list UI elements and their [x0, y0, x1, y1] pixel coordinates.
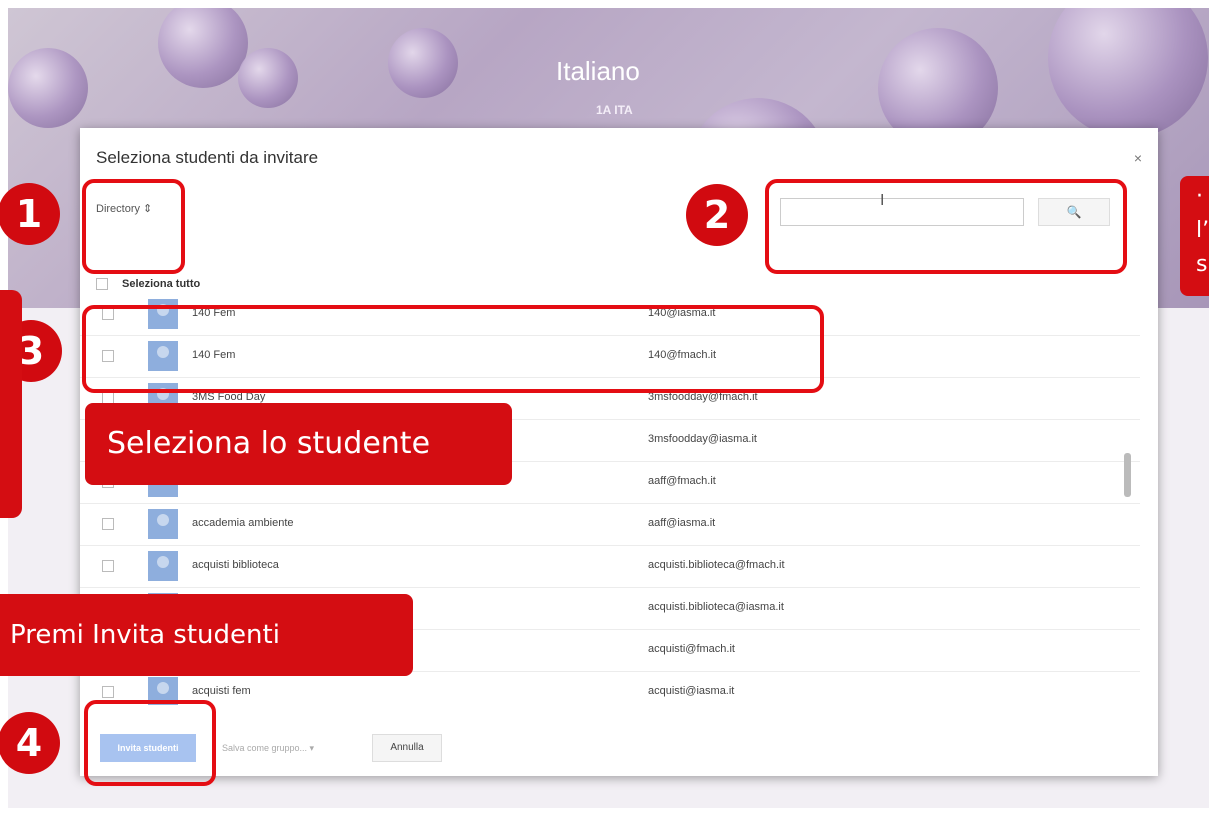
dialog-title: Seleziona studenti da invitare — [96, 148, 319, 167]
student-name: acquisti biblioteca — [192, 559, 279, 571]
avatar — [148, 551, 178, 581]
highlight-directory — [82, 179, 185, 274]
cancel-button[interactable]: Annulla — [372, 734, 442, 762]
student-checkbox[interactable] — [102, 686, 114, 698]
highlight-student-row — [82, 305, 824, 393]
list-item[interactable]: accademia ambiente aaff@iasma.it — [80, 503, 1140, 546]
select-all-label: Seleziona tutto — [122, 278, 201, 290]
select-all-checkbox[interactable] — [96, 278, 108, 291]
student-email: aaff@fmach.it — [648, 475, 716, 487]
banner-bubble — [1048, 8, 1208, 138]
list-item[interactable]: acquisti biblioteca acquisti.biblioteca@f… — [80, 545, 1140, 588]
banner-bubble — [388, 28, 458, 98]
callout-press-invite: Premi Invita studenti — [0, 594, 413, 676]
student-name: acquisti fem — [192, 685, 251, 697]
student-checkbox[interactable] — [102, 518, 114, 530]
step-2-badge: 2 — [686, 184, 748, 246]
student-email: acquisti@fmach.it — [648, 643, 735, 655]
avatar — [148, 509, 178, 539]
step-1-badge: 1 — [0, 183, 60, 245]
close-icon[interactable]: × — [1134, 150, 1142, 166]
list-item[interactable]: acquisti fem acquisti@iasma.it — [80, 671, 1140, 705]
callout-search-hint-line: l’ — [1196, 218, 1209, 243]
callout-search-hint: · l’ s — [1180, 176, 1209, 296]
save-group-button[interactable]: Salva come gruppo... ▾ — [202, 734, 334, 762]
student-email: acquisti@iasma.it — [648, 685, 735, 697]
highlight-search — [765, 179, 1127, 274]
scrollbar[interactable] — [1124, 453, 1131, 497]
step-4-badge: 4 — [0, 712, 60, 774]
student-email: acquisti.biblioteca@fmach.it — [648, 559, 785, 571]
course-title: Italiano — [556, 56, 640, 86]
student-email: aaff@iasma.it — [648, 517, 716, 529]
student-email: 3msfoodday@iasma.it — [648, 433, 757, 445]
student-name: accademia ambiente — [192, 517, 294, 529]
banner-bubble — [8, 48, 88, 128]
callout-search-hint-line: · — [1196, 184, 1203, 209]
annotation-marker-left — [0, 290, 22, 518]
student-checkbox[interactable] — [102, 560, 114, 572]
highlight-invite-button — [84, 700, 216, 786]
select-all[interactable]: Seleziona tutto — [96, 278, 201, 291]
student-email: acquisti.biblioteca@iasma.it — [648, 601, 784, 613]
callout-search-hint-line: s — [1196, 252, 1208, 277]
callout-select-student: Seleziona lo studente — [85, 403, 512, 485]
banner-bubble — [238, 48, 298, 108]
course-section: 1A ITA — [596, 103, 633, 117]
banner-bubble — [158, 8, 248, 88]
